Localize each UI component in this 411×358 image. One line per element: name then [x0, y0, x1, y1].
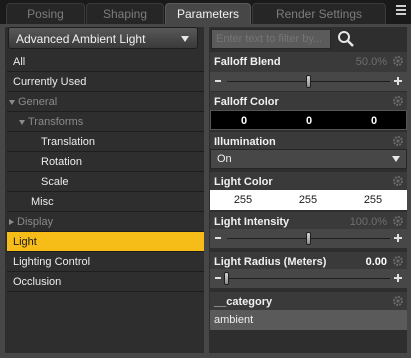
gear-icon[interactable] [392, 175, 404, 187]
category-value: ambient [214, 314, 254, 326]
tree-item-label: Lighting Control [13, 256, 91, 268]
collapse-arrow-icon[interactable] [9, 219, 14, 226]
tree-item-general[interactable]: General [7, 92, 204, 112]
tree-item-display[interactable]: Display [7, 212, 204, 232]
tab-bar: Posing Shaping Parameters Render Setting… [0, 0, 411, 24]
param-falloff-color: Falloff Color [210, 92, 407, 112]
tree-item-all[interactable]: All [7, 52, 204, 72]
tree-item-label: Misc [31, 196, 54, 208]
color-red-value[interactable]: 0 [233, 115, 255, 127]
tree-item-label: Scale [41, 176, 69, 188]
category-tree: All Currently Used General Transforms Tr… [7, 52, 204, 292]
slider-knob[interactable] [305, 75, 311, 88]
tree-item-rotation[interactable]: Rotation [7, 152, 204, 172]
param-label: Falloff Blend [214, 56, 281, 68]
minus-icon[interactable] [215, 237, 221, 239]
color-green-value[interactable]: 0 [298, 115, 320, 127]
gear-icon[interactable] [392, 255, 404, 267]
param-label: Falloff Color [214, 96, 279, 108]
node-selector-dropdown[interactable]: Advanced Ambient Light [8, 27, 198, 49]
illumination-value: On [217, 153, 232, 165]
pane-menu-icon[interactable] [393, 3, 409, 19]
gear-icon[interactable] [392, 215, 404, 227]
tree-item-scale[interactable]: Scale [7, 172, 204, 192]
tree-item-occlusion[interactable]: Occlusion [7, 272, 204, 292]
param-label: Light Color [214, 176, 273, 188]
plus-icon[interactable] [394, 77, 402, 85]
tree-item-currently-used[interactable]: Currently Used [7, 72, 204, 92]
tab-parameters[interactable]: Parameters [165, 3, 251, 24]
param-label: __category [214, 296, 273, 308]
param-value[interactable]: 50.0% [356, 56, 387, 68]
minus-icon[interactable] [215, 277, 221, 279]
param-falloff-blend: Falloff Blend 50.0% [210, 52, 407, 72]
chevron-down-icon [392, 156, 400, 162]
tree-item-translation[interactable]: Translation [7, 132, 204, 152]
filter-input[interactable] [211, 29, 331, 49]
color-blue-value[interactable]: 255 [362, 194, 384, 206]
tab-posing[interactable]: Posing [6, 3, 85, 24]
light-color-swatch[interactable]: 255 255 255 [210, 190, 407, 210]
illumination-dropdown[interactable]: On [210, 149, 407, 169]
plus-icon[interactable] [394, 274, 402, 282]
slider-knob[interactable] [224, 272, 229, 285]
tree-item-label: Light [13, 236, 37, 248]
param-value[interactable]: 100.0% [350, 216, 387, 228]
tree-item-label: Rotation [41, 156, 82, 168]
tree-item-light[interactable]: Light [7, 232, 204, 252]
expand-arrow-icon[interactable] [19, 119, 25, 125]
tree-item-label: Translation [41, 136, 96, 148]
falloff-color-swatch[interactable]: 0 0 0 [210, 110, 407, 130]
tree-item-label: General [18, 96, 58, 108]
minus-icon[interactable] [215, 80, 221, 82]
param-label: Light Radius (Meters) [214, 256, 327, 268]
light-radius-slider[interactable] [210, 269, 407, 288]
chevron-down-icon [181, 36, 189, 42]
color-green-value[interactable]: 255 [297, 194, 319, 206]
tree-item-label: All [13, 56, 26, 68]
falloff-blend-slider[interactable] [210, 72, 407, 91]
category-value-field[interactable]: ambient [210, 310, 407, 330]
tree-item-lighting-control[interactable]: Lighting Control [7, 252, 204, 272]
plus-icon[interactable] [394, 234, 402, 242]
param-light-color: Light Color [210, 172, 407, 192]
gear-icon[interactable] [392, 55, 404, 67]
param-label: Light Intensity [214, 216, 290, 228]
light-intensity-slider[interactable] [210, 229, 407, 248]
search-icon[interactable] [336, 29, 356, 49]
slider-track[interactable] [227, 278, 390, 279]
tree-item-misc[interactable]: Misc [7, 192, 204, 212]
expand-arrow-icon[interactable] [9, 99, 15, 105]
param-label: Illumination [214, 136, 276, 148]
tab-shaping[interactable]: Shaping [86, 3, 164, 24]
color-blue-value[interactable]: 0 [363, 115, 385, 127]
gear-icon[interactable] [392, 295, 404, 307]
tab-render-settings[interactable]: Render Settings [252, 3, 386, 24]
node-selector-value: Advanced Ambient Light [16, 32, 146, 46]
param-value[interactable]: 0.00 [366, 256, 387, 268]
tree-item-label: Display [17, 216, 54, 228]
tree-item-label: Occlusion [13, 276, 62, 288]
tree-item-label: Transforms [28, 116, 84, 128]
tree-item-label: Currently Used [13, 76, 87, 88]
param-category: __category [210, 292, 407, 312]
tree-item-transforms[interactable]: Transforms [7, 112, 204, 132]
slider-knob[interactable] [305, 232, 311, 245]
gear-icon[interactable] [392, 135, 404, 147]
color-red-value[interactable]: 255 [232, 194, 254, 206]
gear-icon[interactable] [392, 95, 404, 107]
